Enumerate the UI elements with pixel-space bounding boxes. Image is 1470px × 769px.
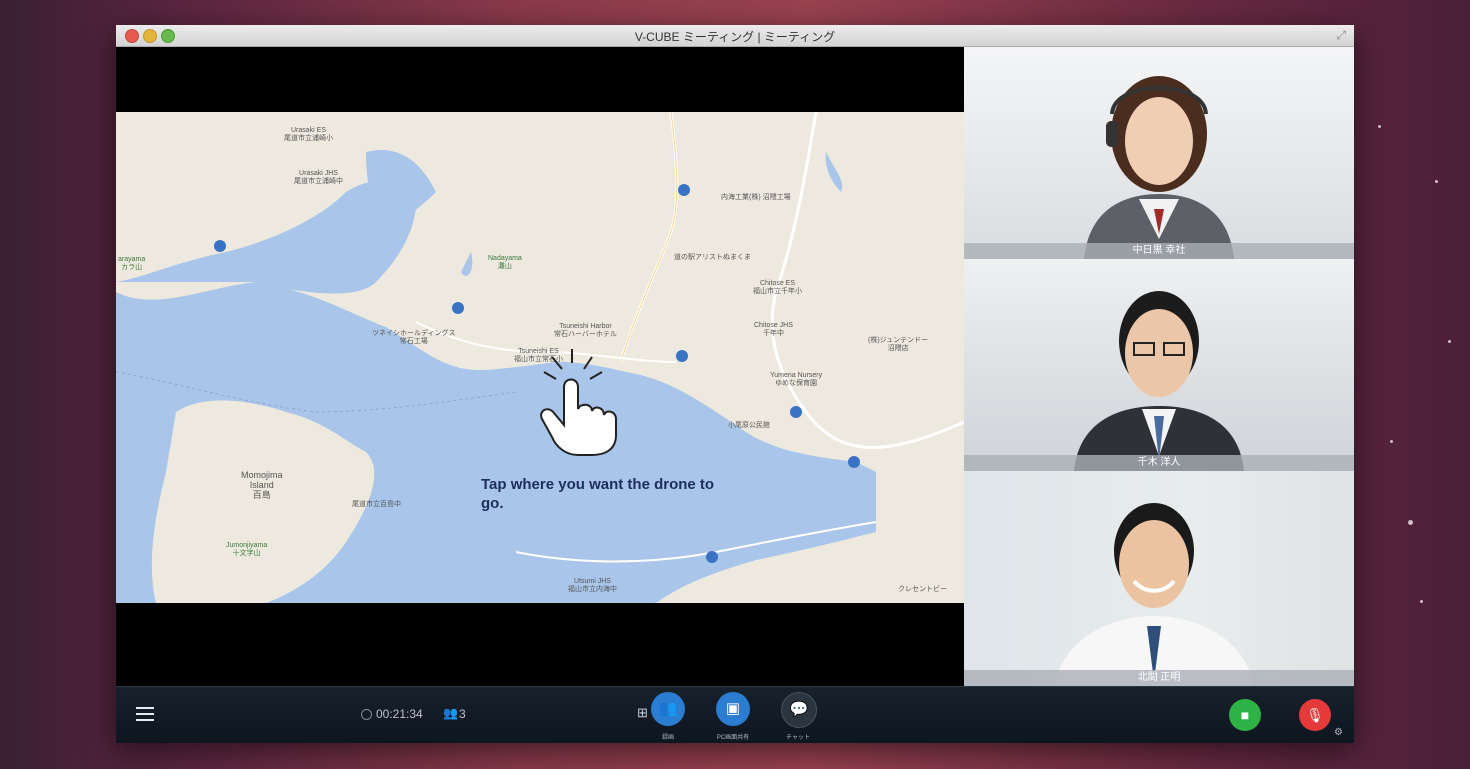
fullscreen-icon[interactable]: ⤢ (1336, 28, 1346, 43)
map-label-urasaki-jhs: Urasaki JHS 尾道市立浦崎中 (294, 170, 343, 185)
participant-tile[interactable]: 中日黒 幸社 (964, 47, 1354, 261)
settings-gear-icon[interactable]: ⚙ (1334, 727, 1343, 738)
map-label-urasaki-es: Urasaki ES 尾道市立浦崎小 (284, 127, 333, 142)
map-label-crescent: クレセントビー (898, 586, 947, 593)
camera-icon: ■ (1240, 707, 1250, 723)
map-label-michinoeki: 道の駅アリストぬまくま (674, 254, 751, 261)
layout-grid-icon[interactable]: ⊞ (637, 705, 648, 721)
map-label-arayama: arayama カラ山 (118, 256, 146, 271)
map-label-yumena: Yumena Nursery ゆめな保育園 (770, 372, 823, 387)
participant-count: 3 (459, 707, 466, 721)
screen-share-button[interactable]: ▣ (716, 692, 750, 726)
participant-name: 千木 洋人 (964, 455, 1354, 471)
map-label-momojima: Momojima Island 百島 (241, 470, 283, 500)
menu-icon[interactable] (136, 707, 154, 725)
map-view[interactable]: Urasaki ES 尾道市立浦崎小 Urasaki JHS 尾道市立浦崎中 ara… (116, 112, 964, 603)
chat-button[interactable]: 💬 (781, 692, 817, 728)
participant-video (1074, 291, 1244, 471)
participant-name: 北間 正明 (964, 670, 1354, 686)
screen-share-label: PC画面共有 (716, 735, 750, 741)
map-label-tsuneishi-harbor: Tsuneishi Harbor 常石ハーバーホテル (554, 323, 617, 338)
screen-share-icon: ▣ (725, 700, 741, 717)
microphone-button[interactable]: 🎙 (1299, 699, 1331, 731)
record-button[interactable]: 👥 (651, 692, 685, 726)
participant-video (1054, 503, 1254, 686)
map-label-oyano: 小尾原公民館 (728, 422, 770, 429)
elapsed-time: 00:21:34 (376, 707, 423, 721)
map-label-nadayama: Nadayama 灘山 (488, 255, 522, 270)
title-bar: V-CUBE ミーティング | ミーティング ⤢ (116, 25, 1354, 47)
chat-label: チャット (786, 735, 810, 741)
people-icon: 👥 (658, 700, 678, 717)
participant-tile[interactable]: 千木 洋人 (964, 259, 1354, 473)
microphone-muted-icon: 🎙 (1306, 707, 1324, 723)
map-label-tsuneishi-holdings: ツネイシホールディングス 常石工場 (372, 330, 456, 345)
shared-content-area: Urasaki ES 尾道市立浦崎小 Urasaki JHS 尾道市立浦崎中 ara… (116, 47, 964, 686)
participant-video (1084, 76, 1234, 259)
map-instruction: Tap where you want the drone to go. (481, 476, 715, 512)
participant-tile[interactable]: 北間 正明 (964, 471, 1354, 688)
meeting-window: V-CUBE ミーティング | ミーティング ⤢ Urasaki ES 尾道市立… (116, 25, 1354, 743)
map-label-jumonjiyama: Jumonjiyama 十文字山 (226, 542, 268, 557)
map-label-utsumi-jhs: Utsumi JHS 福山市立内海中 (568, 578, 617, 593)
chat-icon: 💬 (789, 701, 809, 718)
participants-icon: 👥 (443, 706, 458, 720)
map-label-junten: (株)ジュンテンドー 沼隈店 (868, 337, 929, 352)
camera-button[interactable]: ■ (1229, 699, 1261, 731)
meeting-toolbar: 00:21:34 👥 3 ⊞ 👥 録画 ▣ PC画面共有 💬 チャット ■ 🎙 … (116, 686, 1354, 743)
map-label-chitose-es: Chitose ES 福山市立千年小 (753, 280, 802, 295)
map-label-momojima-jhs: 尾道市立百島中 (352, 501, 401, 508)
window-title: V-CUBE ミーティング | ミーティング (634, 30, 836, 44)
map-label-naikai: 内海工業(株) 沼隈工場 (721, 194, 791, 201)
participant-name: 中日黒 幸社 (964, 243, 1354, 259)
map-label-chitose-jhs: Chitose JHS 千年中 (754, 322, 793, 337)
timer-icon (361, 709, 372, 720)
participant-panel: 中日黒 幸社 千木 洋人 北間 正明 (964, 47, 1354, 688)
record-label: 録画 (661, 735, 674, 741)
